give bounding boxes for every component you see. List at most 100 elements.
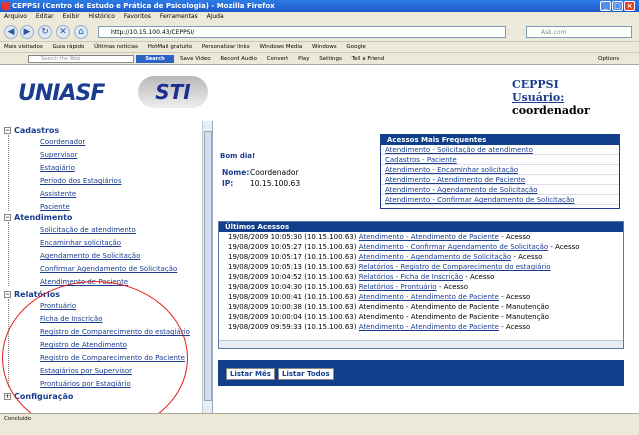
forward-icon[interactable]: ▶ bbox=[20, 25, 34, 39]
toolbar-options[interactable]: Options bbox=[598, 53, 619, 64]
frequent-link[interactable]: Atendimento - Solicitação de atendimento bbox=[381, 145, 619, 155]
sidebar-item-agendamento[interactable]: Agendamento de Solicitação bbox=[40, 252, 140, 260]
frequent-link[interactable]: Cadastros - Paciente bbox=[381, 155, 619, 165]
reload-icon[interactable]: ↻ bbox=[38, 25, 52, 39]
recent-access-action: Acesso bbox=[505, 293, 531, 301]
sidebar-item-periodo[interactable]: Período dos Estagiários bbox=[40, 177, 121, 185]
list-month-button[interactable]: Listar Mês bbox=[226, 368, 275, 380]
recent-access-timestamp: 19/08/2009 10:05:27 (10.15.100.63) bbox=[228, 243, 357, 251]
list-all-button[interactable]: Listar Todos bbox=[278, 368, 334, 380]
section-cadastros[interactable]: − Cadastros bbox=[4, 126, 59, 135]
recent-access-link[interactable]: Relatórios - Prontuário bbox=[359, 283, 437, 291]
recent-access-action: Acesso bbox=[505, 323, 531, 331]
recent-access-timestamp: 19/08/2009 10:05:17 (10.15.100.63) bbox=[228, 253, 357, 261]
minimize-button[interactable]: _ bbox=[600, 1, 611, 11]
firefox-icon bbox=[2, 2, 10, 10]
recent-access-action: Acesso bbox=[518, 253, 543, 261]
recent-access-row: 19/08/2009 10:05:27 (10.15.100.63) Atend… bbox=[228, 243, 580, 251]
recent-access-link[interactable]: Relatórios - Ficha de Inscrição bbox=[359, 273, 463, 281]
toolbar-item[interactable]: Save Video bbox=[180, 56, 211, 62]
sidebar-item-solicitacao[interactable]: Solicitação de atendimento bbox=[40, 226, 136, 234]
recent-access-hscrollbar[interactable] bbox=[219, 340, 623, 348]
menu-historico[interactable]: Histórico bbox=[88, 13, 114, 20]
menubar: Arquivo Editar Exibir Histórico Favorito… bbox=[0, 12, 639, 22]
recent-access-link[interactable]: Atendimento - Confirmar Agendamento de S… bbox=[359, 243, 548, 251]
sti-logo: STI bbox=[138, 76, 208, 108]
maximize-button[interactable]: □ bbox=[612, 1, 623, 11]
user-label[interactable]: Usuário: bbox=[512, 91, 564, 104]
menu-arquivo[interactable]: Arquivo bbox=[4, 13, 27, 20]
list-actions-bar: Listar Mês Listar Todos bbox=[218, 360, 624, 386]
toolbar-item[interactable]: Play bbox=[298, 56, 309, 62]
recent-access-row: 19/08/2009 10:00:04 (10.15.100.63) Atend… bbox=[219, 312, 623, 322]
recent-access-action: Acesso bbox=[443, 283, 469, 291]
recent-access-link[interactable]: Atendimento - Atendimento de Paciente bbox=[359, 323, 499, 331]
bookmarks-bar: Mais visitados Guia rápido Últimas notíc… bbox=[0, 42, 639, 53]
sidebar-item-paciente[interactable]: Paciente bbox=[40, 203, 70, 211]
bookmark-item[interactable]: Windows Media bbox=[259, 44, 302, 50]
org-name: CEPPSI bbox=[512, 78, 559, 91]
sidebar-item-supervisor[interactable]: Supervisor bbox=[40, 151, 77, 159]
menu-ajuda[interactable]: Ajuda bbox=[207, 13, 224, 20]
sidebar-item-assistente[interactable]: Assistente bbox=[40, 190, 76, 198]
addon-toolbar: Search the Web Search Save Video Record … bbox=[0, 53, 639, 65]
uniasf-logo: UNIASF bbox=[18, 81, 105, 106]
search-input[interactable]: Ask.com bbox=[526, 26, 632, 38]
recent-access-timestamp: 19/08/2009 10:05:13 (10.15.100.63) bbox=[228, 263, 357, 271]
recent-access-timestamp: 19/08/2009 10:04:30 (10.15.100.63) bbox=[228, 283, 357, 291]
recent-access-link[interactable]: Atendimento - Atendimento de Paciente bbox=[359, 233, 499, 241]
window-title: CEPPSI (Centro de Estudo e Prática de Ps… bbox=[12, 2, 275, 10]
user-name: coordenador bbox=[512, 104, 590, 117]
recent-access-link[interactable]: Atendimento - Agendamento de Solicitação bbox=[359, 253, 511, 261]
recent-access-timestamp: 19/08/2009 09:59:33 (10.15.100.63) bbox=[228, 323, 357, 331]
recent-access-row: 19/08/2009 10:05:17 (10.15.100.63) Atend… bbox=[228, 253, 543, 261]
user-name-info: Nome:Coordenador bbox=[222, 168, 299, 177]
recent-access-action: Atendimento - Atendimento de Paciente - … bbox=[358, 313, 550, 321]
section-atendimento[interactable]: − Atendimento bbox=[4, 213, 72, 222]
navigation-bar: ◀ ▶ ↻ ✕ ⌂ http://10.15.100.43/CEPPSI/ As… bbox=[0, 22, 639, 42]
frequent-link[interactable]: Atendimento - Confirmar Agendamento de S… bbox=[381, 195, 619, 205]
recent-access-link[interactable]: Atendimento - Atendimento de Paciente bbox=[359, 293, 499, 301]
menu-favoritos[interactable]: Favoritos bbox=[124, 13, 151, 20]
home-icon[interactable]: ⌂ bbox=[74, 25, 88, 39]
toolbar-item[interactable]: Convert bbox=[267, 56, 289, 62]
sidebar-scrollbar[interactable] bbox=[202, 121, 212, 413]
bookmark-item[interactable]: Google bbox=[346, 44, 365, 50]
user-line: Usuário: coordenador bbox=[512, 91, 639, 117]
sidebar-item-encaminhar[interactable]: Encaminhar solicitação bbox=[40, 239, 121, 247]
bookmark-item[interactable]: Guia rápido bbox=[52, 44, 84, 50]
bottom-edge bbox=[0, 423, 639, 435]
toolbar-item[interactable]: Settings bbox=[319, 56, 342, 62]
back-icon[interactable]: ◀ bbox=[4, 25, 18, 39]
bookmark-item[interactable]: Mais visitados bbox=[4, 44, 43, 50]
status-bar: Concluído bbox=[0, 413, 639, 423]
menu-exibir[interactable]: Exibir bbox=[63, 13, 80, 20]
bookmark-item[interactable]: Windows bbox=[312, 44, 337, 50]
frequent-link[interactable]: Atendimento - Encaminhar solicitação bbox=[381, 165, 619, 175]
bookmark-item[interactable]: Últimas notícias bbox=[94, 44, 138, 50]
stop-icon[interactable]: ✕ bbox=[56, 25, 70, 39]
toolbar-search-input[interactable]: Search the Web bbox=[28, 55, 134, 63]
recent-access-link[interactable]: Relatórios - Registro de Comparecimento … bbox=[359, 263, 551, 271]
sidebar-item-estagiario[interactable]: Estagiário bbox=[40, 164, 75, 172]
bookmark-item[interactable]: HotMail gratuito bbox=[148, 44, 192, 50]
close-button[interactable]: × bbox=[624, 1, 635, 11]
toolbar-item[interactable]: Record Audio bbox=[220, 56, 256, 62]
toolbar-search-button[interactable]: Search bbox=[136, 55, 174, 63]
url-input[interactable]: http://10.15.100.43/CEPPSI/ bbox=[98, 26, 506, 38]
recent-access-action: Acesso bbox=[505, 233, 531, 241]
frequent-link[interactable]: Atendimento - Atendimento de Paciente bbox=[381, 175, 619, 185]
recent-access-action: Acesso bbox=[555, 243, 580, 251]
frequent-link[interactable]: Atendimento - Agendamento de Solicitação bbox=[381, 185, 619, 195]
recent-access-row: 19/08/2009 10:00:38 (10.15.100.63) Atend… bbox=[219, 302, 623, 312]
sidebar-item-confirmar[interactable]: Confirmar Agendamento de Solicitação bbox=[40, 265, 177, 273]
toolbar-item[interactable]: Tell a Friend bbox=[352, 56, 385, 62]
bookmark-item[interactable]: Personalizar links bbox=[202, 44, 250, 50]
recent-access-row: 19/08/2009 10:05:13 (10.15.100.63) Relat… bbox=[219, 262, 623, 272]
menu-editar[interactable]: Editar bbox=[36, 13, 54, 20]
recent-access-title: Últimos Acessos bbox=[219, 222, 623, 232]
page-header: UNIASF STI CEPPSI Usuário: coordenador bbox=[0, 66, 639, 121]
sidebar-item-coordenador[interactable]: Coordenador bbox=[40, 138, 85, 146]
menu-ferramentas[interactable]: Ferramentas bbox=[160, 13, 198, 20]
recent-access-timestamp: 19/08/2009 10:00:41 (10.15.100.63) bbox=[228, 293, 357, 301]
